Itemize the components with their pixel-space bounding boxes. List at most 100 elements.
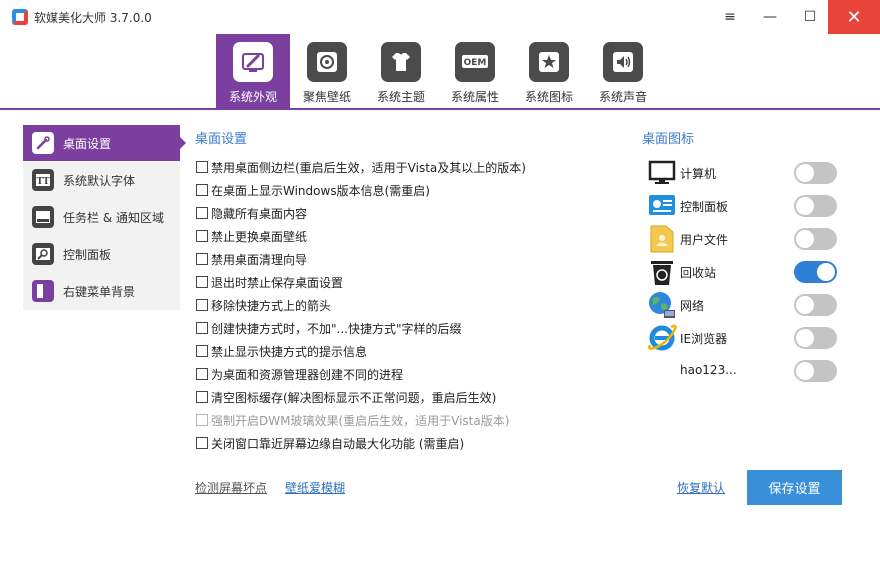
checkbox[interactable] <box>196 322 208 334</box>
checkbox[interactable] <box>196 161 208 173</box>
desktop-icon-row-network: 网络 <box>645 289 845 321</box>
checkbox[interactable] <box>196 437 208 449</box>
option-label: 清空图标缓存(解决图标显示不正常问题，重启后生效) <box>211 390 497 405</box>
tab-label: 系统图标 <box>524 90 573 104</box>
option-label: 在桌面上显示Windows版本信息(需重启) <box>211 183 430 198</box>
toggle-network[interactable] <box>794 294 837 316</box>
sidebar: 桌面设置 TT 系统默认字体 任务栏 & 通知区域 控制面板 右键菜单背景 <box>23 125 186 310</box>
close-button[interactable]: ✕ <box>828 0 880 34</box>
desktop-icon-label: hao123... <box>680 363 737 377</box>
option-no-save-on-exit[interactable]: 退出时禁止保存桌面设置 <box>196 273 343 291</box>
context-menu-icon <box>32 280 54 302</box>
toggle-computer[interactable] <box>794 162 837 184</box>
detect-dead-pixels-link[interactable]: 检测屏幕坏点 <box>195 479 267 496</box>
tab-system-properties[interactable]: OEM 系统属性 <box>438 34 512 108</box>
sidebar-item-taskbar[interactable]: 任务栏 & 通知区域 <box>23 199 180 235</box>
sidebar-item-label: 桌面设置 <box>63 136 112 151</box>
desktop-icons-title: 桌面图标 <box>642 132 695 147</box>
checkbox[interactable] <box>196 391 208 403</box>
tab-label: 系统主题 <box>376 90 425 104</box>
sidebar-item-label: 控制面板 <box>63 247 112 262</box>
checkbox[interactable] <box>196 184 208 196</box>
desktop-icon-row-control-panel: 控制面板 <box>645 190 845 222</box>
user-folder-icon <box>647 224 677 254</box>
restore-default-link[interactable]: 恢复默认 <box>677 479 725 496</box>
option-no-shortcut-tooltip[interactable]: 禁止显示快捷方式的提示信息 <box>196 342 367 360</box>
desktop-icon-row-recycle-bin: 回收站 <box>645 256 845 288</box>
option-label: 禁用桌面清理向导 <box>211 252 308 267</box>
checkbox[interactable] <box>196 345 208 357</box>
option-hide-desktop-content[interactable]: 隐藏所有桌面内容 <box>196 204 307 222</box>
checkbox[interactable] <box>196 368 208 380</box>
desktop-icon-label: 用户文件 <box>680 233 729 247</box>
desktop-icon-label: 回收站 <box>680 266 717 280</box>
checkbox[interactable] <box>196 230 208 242</box>
option-label: 退出时禁止保存桌面设置 <box>211 275 344 290</box>
tab-system-theme[interactable]: 系统主题 <box>364 34 438 108</box>
tab-system-sound[interactable]: 系统声音 <box>586 34 660 108</box>
tab-label: 聚焦壁纸 <box>302 90 351 104</box>
sidebar-item-label: 系统默认字体 <box>63 173 136 188</box>
option-no-shortcut-suffix[interactable]: 创建快捷方式时，不加"...快捷方式"字样的后缀 <box>196 319 461 337</box>
maximize-button[interactable]: ☐ <box>788 0 832 34</box>
checkbox[interactable] <box>196 207 208 219</box>
desktop-icon-row-computer: 计算机 <box>645 157 845 189</box>
sidebar-item-default-font[interactable]: TT 系统默认字体 <box>23 162 180 198</box>
computer-icon <box>647 158 677 188</box>
main-tab-bar: 系统外观 聚焦壁纸 系统主题 OEM 系统属性 系统图标 系统声音 <box>0 34 880 110</box>
recycle-bin-icon <box>647 257 677 287</box>
speaker-icon <box>603 42 643 82</box>
sidebar-item-label: 任务栏 & 通知区域 <box>63 210 164 225</box>
desktop-settings-icon <box>32 132 54 154</box>
toggle-ie[interactable] <box>794 327 837 349</box>
save-settings-button[interactable]: 保存设置 <box>747 470 842 505</box>
control-panel-icon <box>647 191 677 221</box>
sidebar-item-desktop-settings[interactable]: 桌面设置 <box>23 125 186 161</box>
desktop-icon-label: 控制面板 <box>680 200 729 214</box>
option-force-dwm-glass: 强制开启DWM玻璃效果(重启后生效，适用于Vista版本) <box>196 411 509 429</box>
option-show-windows-version[interactable]: 在桌面上显示Windows版本信息(需重启) <box>196 181 430 199</box>
option-label: 禁止更换桌面壁纸 <box>211 229 308 244</box>
option-remove-shortcut-arrow[interactable]: 移除快捷方式上的箭头 <box>196 296 331 314</box>
tab-system-icons[interactable]: 系统图标 <box>512 34 586 108</box>
wallpaper-blur-link[interactable]: 壁纸爱模糊 <box>285 479 345 496</box>
minimize-button[interactable]: — <box>748 0 792 34</box>
toggle-hao123[interactable] <box>794 360 837 382</box>
checkbox[interactable] <box>196 276 208 288</box>
checkbox[interactable] <box>196 299 208 311</box>
sidebar-item-control-panel[interactable]: 控制面板 <box>23 236 180 272</box>
toggle-recycle-bin[interactable] <box>794 261 837 283</box>
option-disable-wallpaper-change[interactable]: 禁止更换桌面壁纸 <box>196 227 307 245</box>
toggle-control-panel[interactable] <box>794 195 837 217</box>
option-disable-aero-snap[interactable]: 关闭窗口靠近屏幕边缘自动最大化功能 (需重启) <box>196 434 464 452</box>
option-clear-icon-cache[interactable]: 清空图标缓存(解决图标显示不正常问题，重启后生效) <box>196 388 496 406</box>
desktop-icon-row-hao123: hao123... <box>645 355 845 387</box>
option-label: 禁止显示快捷方式的提示信息 <box>211 344 368 359</box>
desktop-icon-row-ie: IE浏览器 <box>645 322 845 354</box>
desktop-icon-label: IE浏览器 <box>680 332 728 346</box>
tab-focus-wallpaper[interactable]: 聚焦壁纸 <box>290 34 364 108</box>
toggle-user-files[interactable] <box>794 228 837 250</box>
option-label: 关闭窗口靠近屏幕边缘自动最大化功能 (需重启) <box>211 436 465 451</box>
option-label: 为桌面和资源管理器创建不同的进程 <box>211 367 404 382</box>
focus-icon <box>307 42 347 82</box>
control-panel-icon <box>32 243 54 265</box>
option-disable-sidebar[interactable]: 禁用桌面侧边栏(重启后生效，适用于Vista及其以上的版本) <box>196 158 526 176</box>
checkbox[interactable] <box>196 253 208 265</box>
desktop-settings-title: 桌面设置 <box>195 132 248 147</box>
option-separate-process[interactable]: 为桌面和资源管理器创建不同的进程 <box>196 365 403 383</box>
menu-button[interactable]: ≡ <box>708 0 752 34</box>
desktop-icon-label: 网络 <box>680 299 705 313</box>
tab-label: 系统声音 <box>598 90 647 104</box>
sidebar-item-context-menu-bg[interactable]: 右键菜单背景 <box>23 273 180 309</box>
app-logo-icon <box>12 9 28 25</box>
option-disable-cleanup-wizard[interactable]: 禁用桌面清理向导 <box>196 250 307 268</box>
tab-label: 系统外观 <box>228 90 277 104</box>
svg-text:OEM: OEM <box>464 58 487 68</box>
window-title: 软媒美化大师 3.7.0.0 <box>34 11 152 25</box>
option-label: 强制开启DWM玻璃效果(重启后生效，适用于Vista版本) <box>211 413 510 428</box>
taskbar-icon <box>32 206 54 228</box>
tab-system-appearance[interactable]: 系统外观 <box>216 34 290 108</box>
title-bar: 软媒美化大师 3.7.0.0 ≡ — ☐ ✕ <box>0 0 880 34</box>
network-icon <box>647 290 677 320</box>
